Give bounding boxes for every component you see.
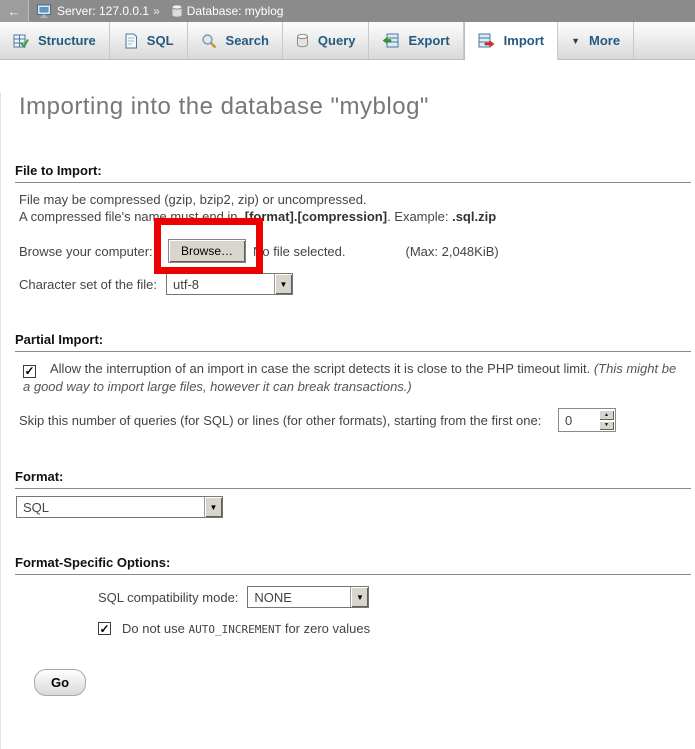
compression-line2-prefix: A compressed file's name must end in <box>19 209 241 224</box>
browse-row: Browse your computer: Browse… No file se… <box>19 239 695 263</box>
compression-example: .sql.zip <box>452 209 496 224</box>
sql-compat-row: SQL compatibility mode: NONE ▼ <box>98 586 695 608</box>
sql-compat-label: SQL compatibility mode: <box>98 590 238 605</box>
chevron-down-icon[interactable]: ▼ <box>350 587 368 607</box>
breadcrumb-separator: » <box>153 4 160 18</box>
import-icon <box>478 33 495 48</box>
partial-import-option: ✓ Allow the interruption of an import in … <box>23 360 681 396</box>
no-file-selected-text: No file selected. <box>253 244 346 259</box>
go-button[interactable]: Go <box>34 669 86 696</box>
spin-up-icon[interactable]: ▲ <box>599 410 614 420</box>
charset-select[interactable]: utf-8 ▼ <box>166 273 293 295</box>
sql-compat-select[interactable]: NONE ▼ <box>247 586 369 608</box>
back-button[interactable]: ← <box>0 0 29 22</box>
search-icon <box>201 33 217 49</box>
max-size-text: (Max: 2,048KiB) <box>406 244 499 259</box>
allow-interrupt-text: Allow the interruption of an import in c… <box>50 361 594 376</box>
tab-bar: Structure SQL Search Query <box>0 22 695 60</box>
tab-label: Import <box>504 33 544 48</box>
database-icon <box>171 4 183 18</box>
query-icon <box>296 33 309 48</box>
skip-queries-value: 0 <box>559 409 598 431</box>
back-arrow-icon: ← <box>8 4 21 19</box>
breadcrumb-server[interactable]: Server: 127.0.0.1 <box>57 4 149 18</box>
auto-increment-prefix: Do not use <box>122 621 189 636</box>
tab-export[interactable]: Export <box>369 22 463 59</box>
skip-queries-input[interactable]: 0 ▲ ▼ <box>558 408 616 432</box>
tab-import[interactable]: Import <box>464 22 558 60</box>
spin-down-icon[interactable]: ▼ <box>599 421 614 431</box>
page-title: Importing into the database "myblog" <box>19 93 695 121</box>
compression-format-pattern: .[format].[compression] <box>241 209 387 224</box>
sql-icon <box>123 33 138 49</box>
skip-queries-row: Skip this number of queries (for SQL) or… <box>19 408 616 432</box>
auto-increment-suffix: for zero values <box>281 621 370 636</box>
tab-search[interactable]: Search <box>188 22 283 59</box>
auto-increment-row: ✓ Do not use AUTO_INCREMENT for zero val… <box>98 621 695 636</box>
chevron-down-icon[interactable]: ▼ <box>204 497 222 517</box>
breadcrumb-database[interactable]: Database: myblog <box>187 4 284 18</box>
auto-increment-label: Do not use AUTO_INCREMENT for zero value… <box>122 621 370 636</box>
auto-increment-code: AUTO_INCREMENT <box>189 623 282 636</box>
auto-increment-checkbox[interactable]: ✓ <box>98 622 111 635</box>
main-content: Importing into the database "myblog" Fil… <box>0 93 695 749</box>
tab-label: Export <box>408 33 449 48</box>
compression-line1: File may be compressed (gzip, bzip2, zip… <box>19 192 367 207</box>
tab-label: More <box>589 33 620 48</box>
tab-more[interactable]: ▼ More <box>558 22 634 59</box>
skip-queries-label: Skip this number of queries (for SQL) or… <box>19 413 558 428</box>
spinner-buttons: ▲ ▼ <box>598 409 615 431</box>
format-selected-value: SQL <box>17 497 204 517</box>
tab-query[interactable]: Query <box>283 22 370 59</box>
tab-sql[interactable]: SQL <box>110 22 188 59</box>
sql-compat-selected-value: NONE <box>248 587 350 607</box>
compression-note: File may be compressed (gzip, bzip2, zip… <box>19 191 695 225</box>
tab-label: SQL <box>147 33 174 48</box>
export-icon <box>382 33 399 48</box>
charset-label: Character set of the file: <box>19 277 166 292</box>
browse-label: Browse your computer: <box>19 244 168 259</box>
section-partial-import: Partial Import: <box>15 332 691 352</box>
tab-structure[interactable]: Structure <box>0 22 110 59</box>
format-row: SQL ▼ <box>16 496 695 518</box>
browse-button[interactable]: Browse… <box>168 239 246 263</box>
tabbar-filler <box>634 22 695 59</box>
format-select[interactable]: SQL ▼ <box>16 496 223 518</box>
breadcrumb-bar: ← Server: 127.0.0.1 » Database: myblog <box>0 0 695 22</box>
tab-label: Search <box>226 33 269 48</box>
compression-line2-mid: . Example: <box>387 209 452 224</box>
tab-label: Query <box>318 33 356 48</box>
section-file-to-import: File to Import: <box>15 163 691 183</box>
more-icon: ▼ <box>571 36 580 46</box>
structure-icon <box>13 33 29 49</box>
section-format: Format: <box>15 469 691 489</box>
chevron-down-icon[interactable]: ▼ <box>274 274 292 294</box>
allow-interrupt-checkbox[interactable]: ✓ <box>23 365 36 378</box>
tab-label: Structure <box>38 33 96 48</box>
charset-row: Character set of the file: utf-8 ▼ <box>19 273 695 295</box>
section-format-options: Format-Specific Options: <box>15 555 691 575</box>
charset-selected-value: utf-8 <box>167 274 274 294</box>
server-icon <box>36 4 53 19</box>
